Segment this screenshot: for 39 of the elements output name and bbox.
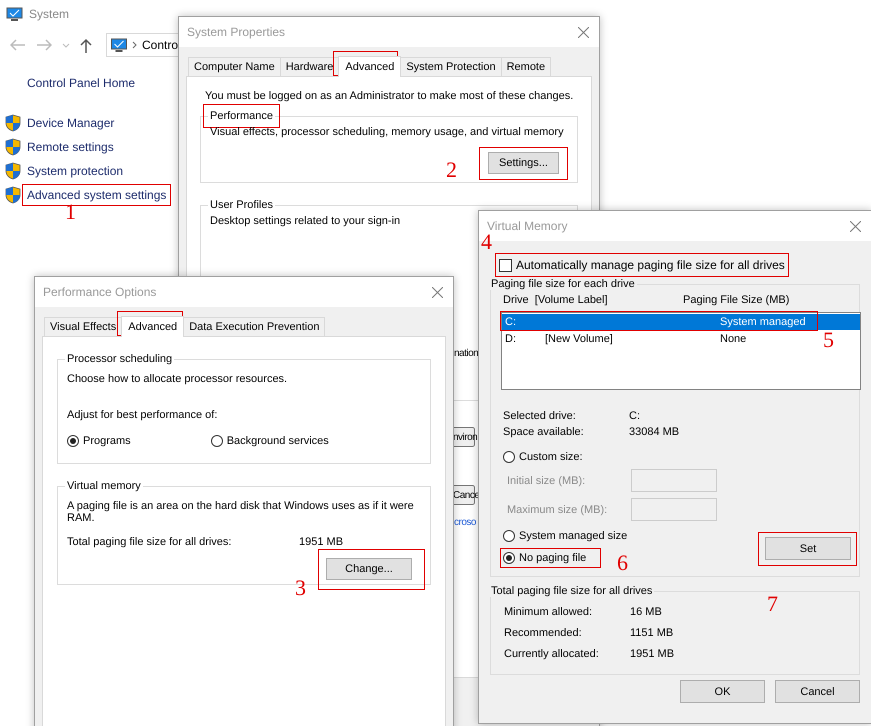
- step-number: 7: [767, 593, 778, 615]
- window-title: Virtual Memory: [487, 219, 568, 233]
- group-label: Virtual memory: [66, 480, 142, 492]
- group-label: User Profiles: [209, 199, 274, 211]
- total-value: 1951 MB: [299, 536, 344, 548]
- prompt-text: Adjust for best performance of:: [67, 409, 218, 421]
- window-title: Performance Options: [43, 285, 156, 299]
- group-label: Total paging file size for all drives: [490, 585, 654, 597]
- group-description: Desktop settings related to your sign-in: [210, 215, 400, 227]
- column-header: Drive [Volume Label]: [503, 294, 609, 308]
- total-value: 16 MB: [630, 606, 662, 618]
- total-label: Total paging file size for all drives:: [67, 536, 232, 548]
- total-label: Currently allocated:: [504, 648, 600, 660]
- field-label: Initial size (MB):: [507, 474, 586, 486]
- info-label: Selected drive:: [503, 410, 577, 424]
- total-label: Minimum allowed:: [504, 606, 594, 618]
- step-number: 6: [617, 552, 628, 574]
- window-title: System: [29, 7, 70, 21]
- total-label: Recommended:: [504, 626, 583, 638]
- info-value: C:: [629, 410, 640, 424]
- admin-note: You must be logged on as an Administrator to make most of these changes.: [205, 90, 574, 102]
- group-label: Performance: [210, 110, 273, 122]
- field-label: Maximum size (MB):: [507, 504, 608, 516]
- total-value: 1951 MB: [630, 648, 674, 660]
- group-label: Processor scheduling: [66, 353, 174, 365]
- step-number: 4: [481, 231, 492, 253]
- step-number: 3: [295, 577, 306, 599]
- group-description: Choose how to allocate processor resources.: [67, 373, 288, 385]
- group-description: Visual effects, processor scheduling, memory usage, and virtual memory: [210, 126, 565, 138]
- total-value: 1151 MB: [630, 626, 674, 638]
- group-label: Paging file size for each drive: [490, 278, 636, 290]
- info-label: Space available:: [503, 426, 585, 440]
- info-value: 33084 MB: [629, 426, 680, 440]
- cut-off-text: nation: [454, 348, 478, 359]
- step-number: 2: [446, 159, 457, 181]
- step-number: 5: [823, 329, 834, 351]
- group-description: A paging file is an area on the hard disk that Windows uses as if it were RAM.: [67, 500, 415, 524]
- column-header: Paging File Size (MB): [683, 294, 790, 308]
- window-title: System Properties: [187, 25, 286, 39]
